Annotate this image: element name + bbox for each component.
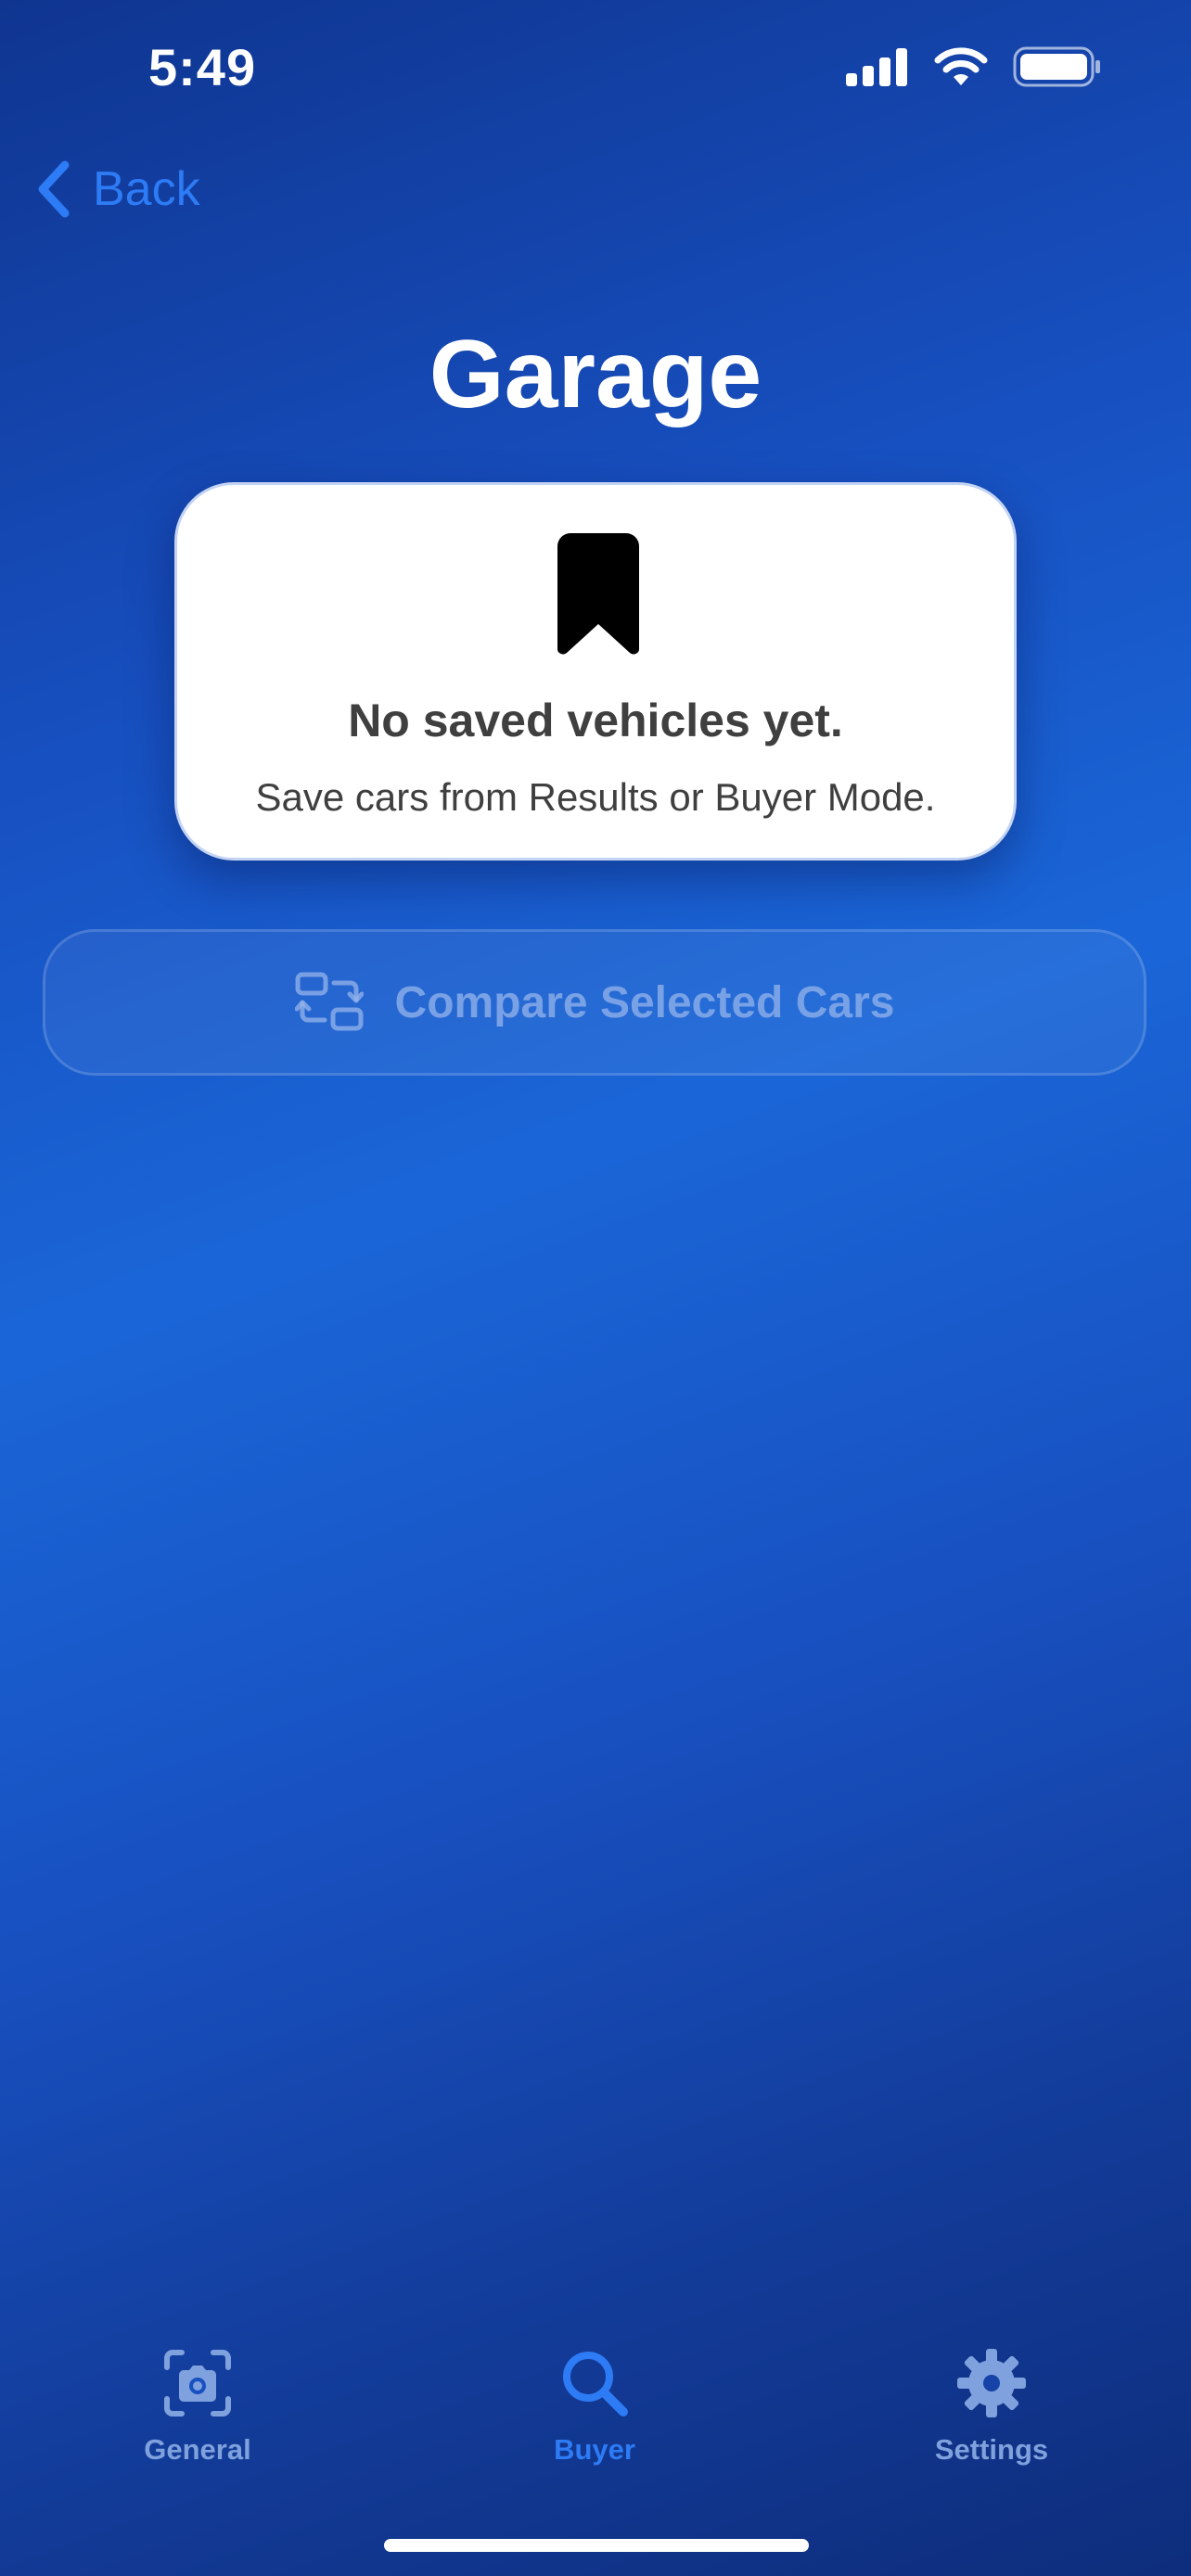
cellular-signal-icon [846, 48, 907, 86]
gear-icon [957, 2349, 1026, 2417]
tab-buyer-label: Buyer [554, 2433, 635, 2466]
back-button-label: Back [93, 162, 200, 216]
tab-settings[interactable]: Settings [871, 2346, 1112, 2467]
tab-buyer[interactable]: Buyer [474, 2346, 715, 2467]
status-bar: 5:49 [0, 0, 1191, 139]
tab-general-label: General [144, 2433, 251, 2466]
status-time: 5:49 [148, 38, 257, 96]
magnifying-glass-icon [563, 2352, 628, 2417]
page-title: Garage [429, 321, 762, 428]
empty-state-card: No saved vehicles yet. Save cars from Re… [174, 482, 1017, 861]
tab-general[interactable]: General [77, 2346, 318, 2467]
empty-state-title: No saved vehicles yet. [348, 695, 843, 746]
tab-settings-label: Settings [934, 2433, 1049, 2466]
empty-state-subtitle: Save cars from Results or Buyer Mode. [255, 775, 936, 819]
tab-bar: General Buyer Settings [0, 2346, 1191, 2485]
compare-swap-icon [294, 972, 364, 1031]
battery-icon [1013, 46, 1100, 87]
back-button[interactable]: Back [35, 159, 200, 219]
compare-button-label: Compare Selected Cars [394, 977, 895, 1027]
chevron-left-icon [38, 160, 70, 218]
wifi-icon [934, 47, 988, 85]
home-indicator [384, 2539, 809, 2552]
bookmark-icon [557, 533, 639, 655]
compare-selected-cars-button[interactable]: Compare Selected Cars [43, 929, 1146, 1076]
camera-scan-icon [164, 2350, 231, 2417]
status-icons [846, 46, 1102, 87]
